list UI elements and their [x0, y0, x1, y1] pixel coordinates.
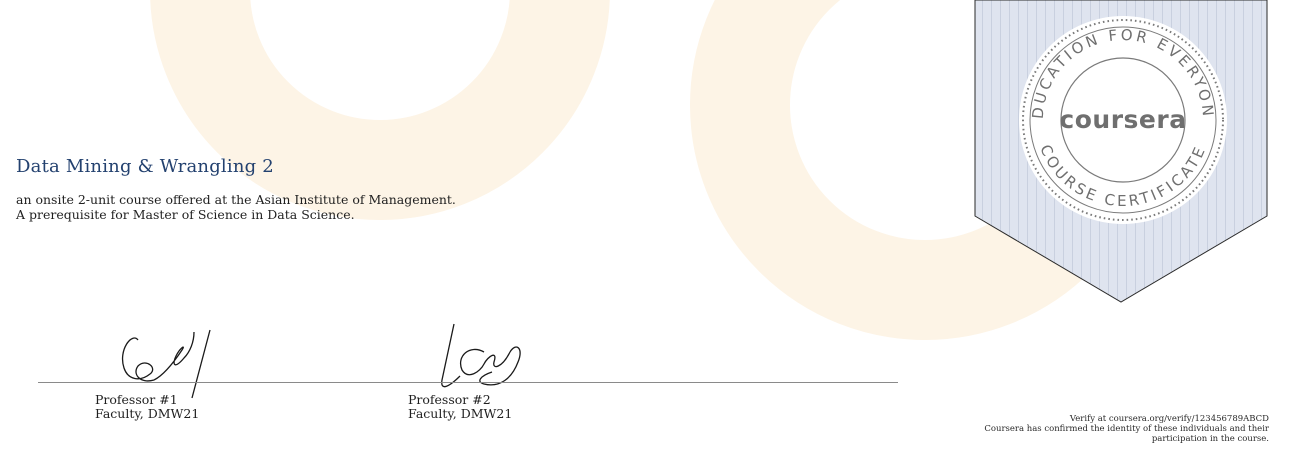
background-ornament-left [150, 0, 610, 220]
course-description-line-1: an onsite 2-unit course offered at the A… [16, 192, 456, 207]
verification-line-3: participation in the course. [1151, 434, 1269, 444]
signatory-2-name: Professor #2 [408, 392, 491, 407]
signatory-2: Professor #2 Faculty, DMW21 [408, 393, 512, 421]
certificate-ribbon: EDUCATION FOR EVERYONE COURSE CERTIFICAT… [973, 0, 1268, 303]
signatory-1: Professor #1 Faculty, DMW21 [95, 393, 199, 421]
verification-line-2: Coursera has confirmed the identity of t… [984, 424, 1269, 434]
coursera-logo: coursera [1059, 105, 1186, 134]
verification-text: Verify at coursera.org/verify/123456789A… [909, 414, 1269, 444]
signatory-1-name: Professor #1 [95, 392, 178, 407]
verification-line-1: Verify at coursera.org/verify/123456789A… [1069, 414, 1269, 424]
signature-professor-1 [121, 329, 211, 399]
signatory-1-role: Faculty, DMW21 [95, 406, 200, 421]
course-description: an onsite 2-unit course offered at the A… [16, 192, 456, 222]
signature-line [38, 382, 898, 383]
signatory-2-role: Faculty, DMW21 [408, 406, 513, 421]
course-title: Data Mining & Wrangling 2 [16, 156, 274, 177]
course-description-line-2: A prerequisite for Master of Science in … [16, 207, 355, 222]
